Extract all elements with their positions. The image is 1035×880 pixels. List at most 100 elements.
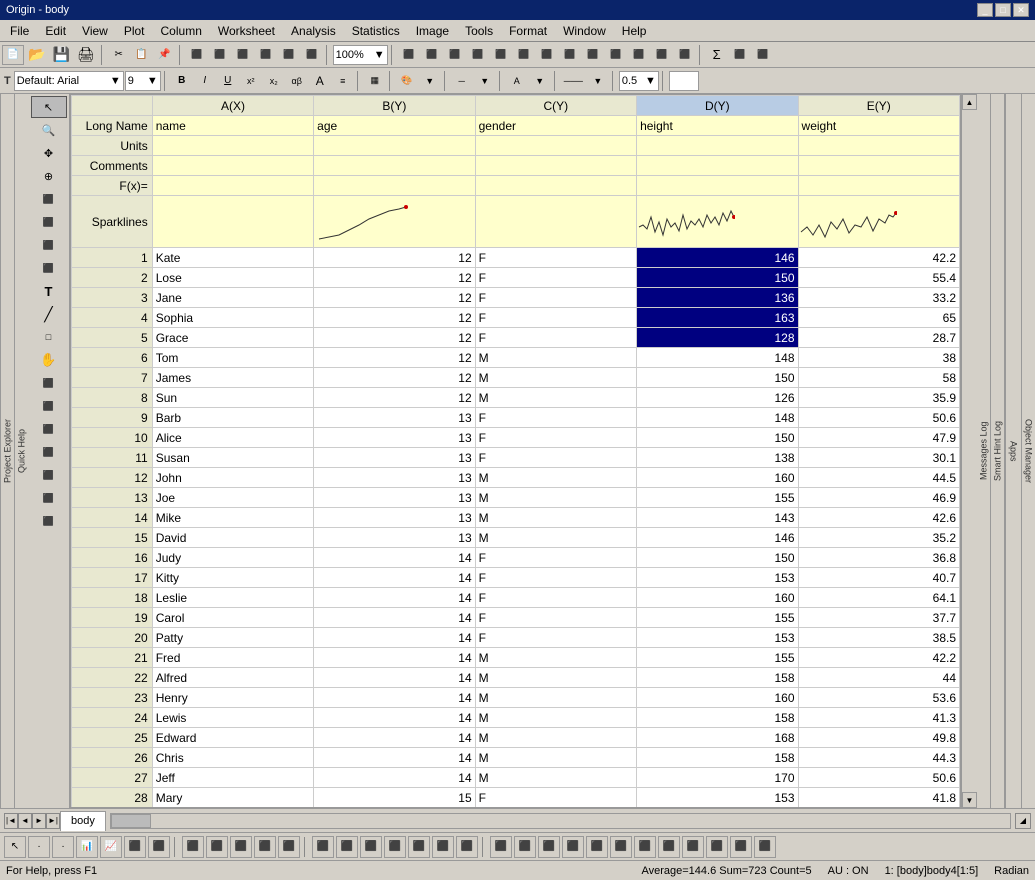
font-size-dropdown[interactable]: 9▼ bbox=[125, 71, 161, 91]
col-a-longname[interactable]: name bbox=[152, 116, 313, 136]
row-num-28[interactable]: 28 bbox=[72, 788, 153, 808]
btb-13[interactable]: ⬛ bbox=[312, 836, 334, 858]
btb-14[interactable]: ⬛ bbox=[336, 836, 358, 858]
row-num-13[interactable]: 13 bbox=[72, 488, 153, 508]
tool-text[interactable]: T bbox=[31, 280, 67, 302]
tool-select[interactable]: ↖ bbox=[31, 96, 67, 118]
tool-crosshair[interactable]: ⊕ bbox=[31, 165, 67, 187]
tb-btn-A-big[interactable]: A bbox=[309, 70, 331, 92]
menu-view[interactable]: View bbox=[74, 22, 116, 40]
row-num-1[interactable]: 1 bbox=[72, 248, 153, 268]
btb-22[interactable]: ⬛ bbox=[538, 836, 560, 858]
scroll-up-button[interactable]: ▲ bbox=[962, 94, 977, 110]
tool-btn-f[interactable]: ⬛ bbox=[31, 441, 67, 463]
btb-9[interactable]: ⬛ bbox=[206, 836, 228, 858]
btb-28[interactable]: ⬛ bbox=[682, 836, 704, 858]
row-num-6[interactable]: 6 bbox=[72, 348, 153, 368]
tb-btn-20[interactable]: ⬛ bbox=[729, 44, 751, 66]
row-num-3[interactable]: 3 bbox=[72, 288, 153, 308]
tb-btn-A-align[interactable]: ≡ bbox=[332, 70, 354, 92]
row-num-9[interactable]: 9 bbox=[72, 408, 153, 428]
tool-zoom-in[interactable]: 🔍 bbox=[31, 119, 67, 141]
row-num-10[interactable]: 10 bbox=[72, 428, 153, 448]
tb-btn-9[interactable]: ⬛ bbox=[444, 44, 466, 66]
tb-line-arrow[interactable]: ▼ bbox=[474, 70, 496, 92]
menu-plot[interactable]: Plot bbox=[116, 22, 153, 40]
row-num-23[interactable]: 23 bbox=[72, 688, 153, 708]
tb-line-color[interactable]: ─ bbox=[451, 70, 473, 92]
tb-color-box[interactable] bbox=[669, 71, 699, 91]
row-num-25[interactable]: 25 bbox=[72, 728, 153, 748]
row-num-22[interactable]: 22 bbox=[72, 668, 153, 688]
row-num-11[interactable]: 11 bbox=[72, 448, 153, 468]
underline-button[interactable]: U bbox=[217, 70, 239, 92]
tool-move[interactable]: ✥ bbox=[31, 142, 67, 164]
row-num-21[interactable]: 21 bbox=[72, 648, 153, 668]
row-num-27[interactable]: 27 bbox=[72, 768, 153, 788]
tb-btn-19[interactable]: ⬛ bbox=[674, 44, 696, 66]
tb-btn-alpha[interactable]: αβ bbox=[286, 70, 308, 92]
menu-statistics[interactable]: Statistics bbox=[344, 22, 408, 40]
tb-line-width[interactable]: 0.5▼ bbox=[619, 71, 659, 91]
col-e-longname[interactable]: weight bbox=[798, 116, 959, 136]
col-d-longname[interactable]: height bbox=[637, 116, 798, 136]
col-c-longname[interactable]: gender bbox=[475, 116, 636, 136]
tb-btn-16[interactable]: ⬛ bbox=[605, 44, 627, 66]
tool-btn-c[interactable]: ⬛ bbox=[31, 372, 67, 394]
menu-analysis[interactable]: Analysis bbox=[283, 22, 344, 40]
tb-paste-btn[interactable]: 📌 bbox=[154, 44, 176, 66]
tb-cut-btn[interactable]: ✂ bbox=[108, 44, 130, 66]
italic-button[interactable]: I bbox=[194, 70, 216, 92]
menu-format[interactable]: Format bbox=[501, 22, 555, 40]
btb-21[interactable]: ⬛ bbox=[514, 836, 536, 858]
tb-new-btn[interactable]: 📄 bbox=[2, 45, 24, 65]
tb-btn-21[interactable]: ⬛ bbox=[752, 44, 774, 66]
menu-tools[interactable]: Tools bbox=[457, 22, 501, 40]
vertical-scrollbar[interactable]: ▲ ▼ bbox=[961, 94, 977, 808]
tb-btn-8[interactable]: ⬛ bbox=[421, 44, 443, 66]
tb-btn-18[interactable]: ⬛ bbox=[651, 44, 673, 66]
btb-16[interactable]: ⬛ bbox=[384, 836, 406, 858]
tb-font-arrow[interactable]: ▼ bbox=[529, 70, 551, 92]
tb-border-btn[interactable]: ▦ bbox=[364, 70, 386, 92]
tb-open-btn[interactable]: 📂 bbox=[25, 44, 48, 66]
row-num-4[interactable]: 4 bbox=[72, 308, 153, 328]
menu-help[interactable]: Help bbox=[614, 22, 655, 40]
tool-draw-line[interactable]: ╱ bbox=[31, 303, 67, 325]
btb-30[interactable]: ⬛ bbox=[730, 836, 752, 858]
tab-nav-first[interactable]: |◄ bbox=[4, 813, 18, 829]
tb-btn-14[interactable]: ⬛ bbox=[559, 44, 581, 66]
menu-worksheet[interactable]: Worksheet bbox=[210, 22, 283, 40]
maximize-button[interactable]: □ bbox=[995, 3, 1011, 17]
tab-nav-next[interactable]: ► bbox=[32, 813, 46, 829]
tool-btn-b[interactable]: ⬛ bbox=[31, 257, 67, 279]
row-num-12[interactable]: 12 bbox=[72, 468, 153, 488]
btb-19[interactable]: ⬛ bbox=[456, 836, 478, 858]
row-num-8[interactable]: 8 bbox=[72, 388, 153, 408]
tb-btn-13[interactable]: ⬛ bbox=[536, 44, 558, 66]
bold-button[interactable]: B bbox=[171, 70, 193, 92]
tool-pan[interactable]: ✋ bbox=[31, 349, 67, 371]
sheet-tab-body[interactable]: body bbox=[60, 811, 106, 831]
menu-file[interactable]: File bbox=[2, 22, 37, 40]
btb-26[interactable]: ⬛ bbox=[634, 836, 656, 858]
row-num-7[interactable]: 7 bbox=[72, 368, 153, 388]
tb-copy-btn[interactable]: 📋 bbox=[131, 44, 153, 66]
tb-fill-color[interactable]: 🎨 bbox=[396, 70, 418, 92]
tool-data-reader[interactable]: ⬛ bbox=[31, 188, 67, 210]
btb-29[interactable]: ⬛ bbox=[706, 836, 728, 858]
tb-btn-x2-sup[interactable]: x² bbox=[240, 70, 262, 92]
menu-column[interactable]: Column bbox=[153, 22, 210, 40]
col-header-d[interactable]: D(Y) bbox=[637, 96, 798, 116]
tb-btn-12[interactable]: ⬛ bbox=[513, 44, 535, 66]
row-num-17[interactable]: 17 bbox=[72, 568, 153, 588]
tb-btn-6[interactable]: ⬛ bbox=[301, 44, 323, 66]
btb-20[interactable]: ⬛ bbox=[490, 836, 512, 858]
tool-btn-h[interactable]: ⬛ bbox=[31, 487, 67, 509]
tb-font-color[interactable]: A bbox=[506, 70, 528, 92]
btb-8[interactable]: ⬛ bbox=[182, 836, 204, 858]
btb-10[interactable]: ⬛ bbox=[230, 836, 252, 858]
menu-image[interactable]: Image bbox=[408, 22, 457, 40]
tb-btn-3[interactable]: ⬛ bbox=[232, 44, 254, 66]
menu-edit[interactable]: Edit bbox=[37, 22, 74, 40]
